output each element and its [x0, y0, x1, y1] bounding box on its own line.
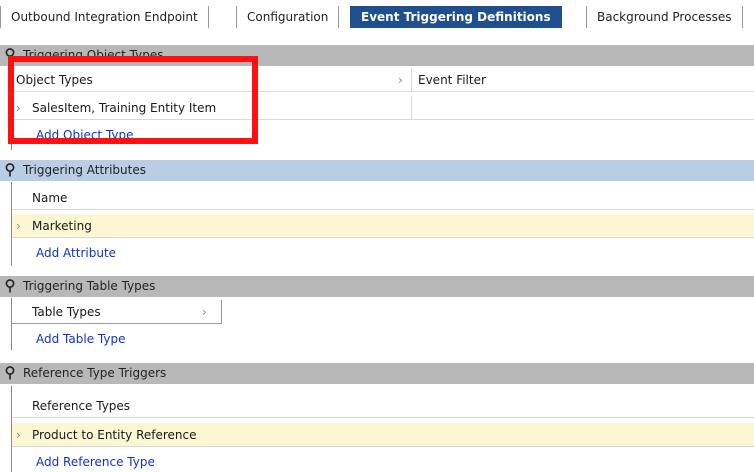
- tab-bar: Outbound Integration Endpoint Configurat…: [0, 0, 754, 34]
- table-row[interactable]: › SalesItem, Training Entity Item: [12, 96, 754, 120]
- section-title: Triggering Object Types: [23, 48, 164, 62]
- chevron-right-icon[interactable]: ›: [16, 96, 21, 120]
- tab-event-triggering-definitions[interactable]: Event Triggering Definitions: [350, 6, 562, 28]
- chevron-right-icon[interactable]: ›: [16, 214, 21, 238]
- reference-type-value: Product to Entity Reference: [32, 428, 197, 442]
- section-title: Triggering Attributes: [23, 163, 146, 177]
- tab-outbound-integration-endpoint[interactable]: Outbound Integration Endpoint: [0, 6, 209, 28]
- section-title: Triggering Table Types: [23, 279, 156, 293]
- add-attribute-link[interactable]: Add Attribute: [36, 246, 116, 260]
- table-row[interactable]: › Marketing: [12, 214, 754, 238]
- column-label: Object Types: [16, 73, 93, 87]
- tab-background-processes[interactable]: Background Processes: [586, 6, 743, 28]
- table-header-row: Name: [12, 186, 754, 210]
- column-header-table-types: Table Types: [32, 305, 101, 319]
- chevron-right-icon[interactable]: ›: [202, 300, 207, 324]
- section-title: Reference Type Triggers: [23, 366, 167, 380]
- tab-configuration[interactable]: Configuration: [236, 6, 340, 28]
- object-types-value: SalesItem, Training Entity Item: [26, 96, 412, 119]
- column-header-event-filter: Event Filter: [418, 73, 486, 87]
- pin-icon[interactable]: [3, 160, 19, 181]
- column-header-reference-types: Reference Types: [32, 399, 131, 413]
- table-row[interactable]: › Product to Entity Reference: [12, 423, 754, 447]
- column-header-name: Name: [32, 191, 68, 205]
- table-header-row: Table Types ›: [12, 300, 222, 324]
- add-table-type-link[interactable]: Add Table Type: [36, 332, 125, 346]
- attribute-name-value: Marketing: [32, 219, 92, 233]
- pin-icon[interactable]: [3, 363, 19, 384]
- chevron-right-icon[interactable]: ›: [16, 423, 21, 447]
- table-header-row: Reference Types: [12, 394, 754, 418]
- table-header-row: Object Types › Event Filter: [12, 68, 754, 92]
- column-header-object-types: Object Types ›: [12, 68, 412, 91]
- section-header-reference-triggers: Reference Type Triggers: [0, 363, 754, 384]
- section-header-object-types: Triggering Object Types: [0, 45, 754, 66]
- pin-icon[interactable]: [3, 45, 19, 66]
- add-reference-type-link[interactable]: Add Reference Type: [36, 455, 155, 469]
- pin-icon[interactable]: [3, 276, 19, 297]
- section-header-table-types: Triggering Table Types: [0, 276, 754, 297]
- section-header-attributes: Triggering Attributes: [0, 160, 754, 181]
- add-object-type-link[interactable]: Add Object Type: [36, 128, 134, 142]
- chevron-right-icon[interactable]: ›: [398, 68, 403, 92]
